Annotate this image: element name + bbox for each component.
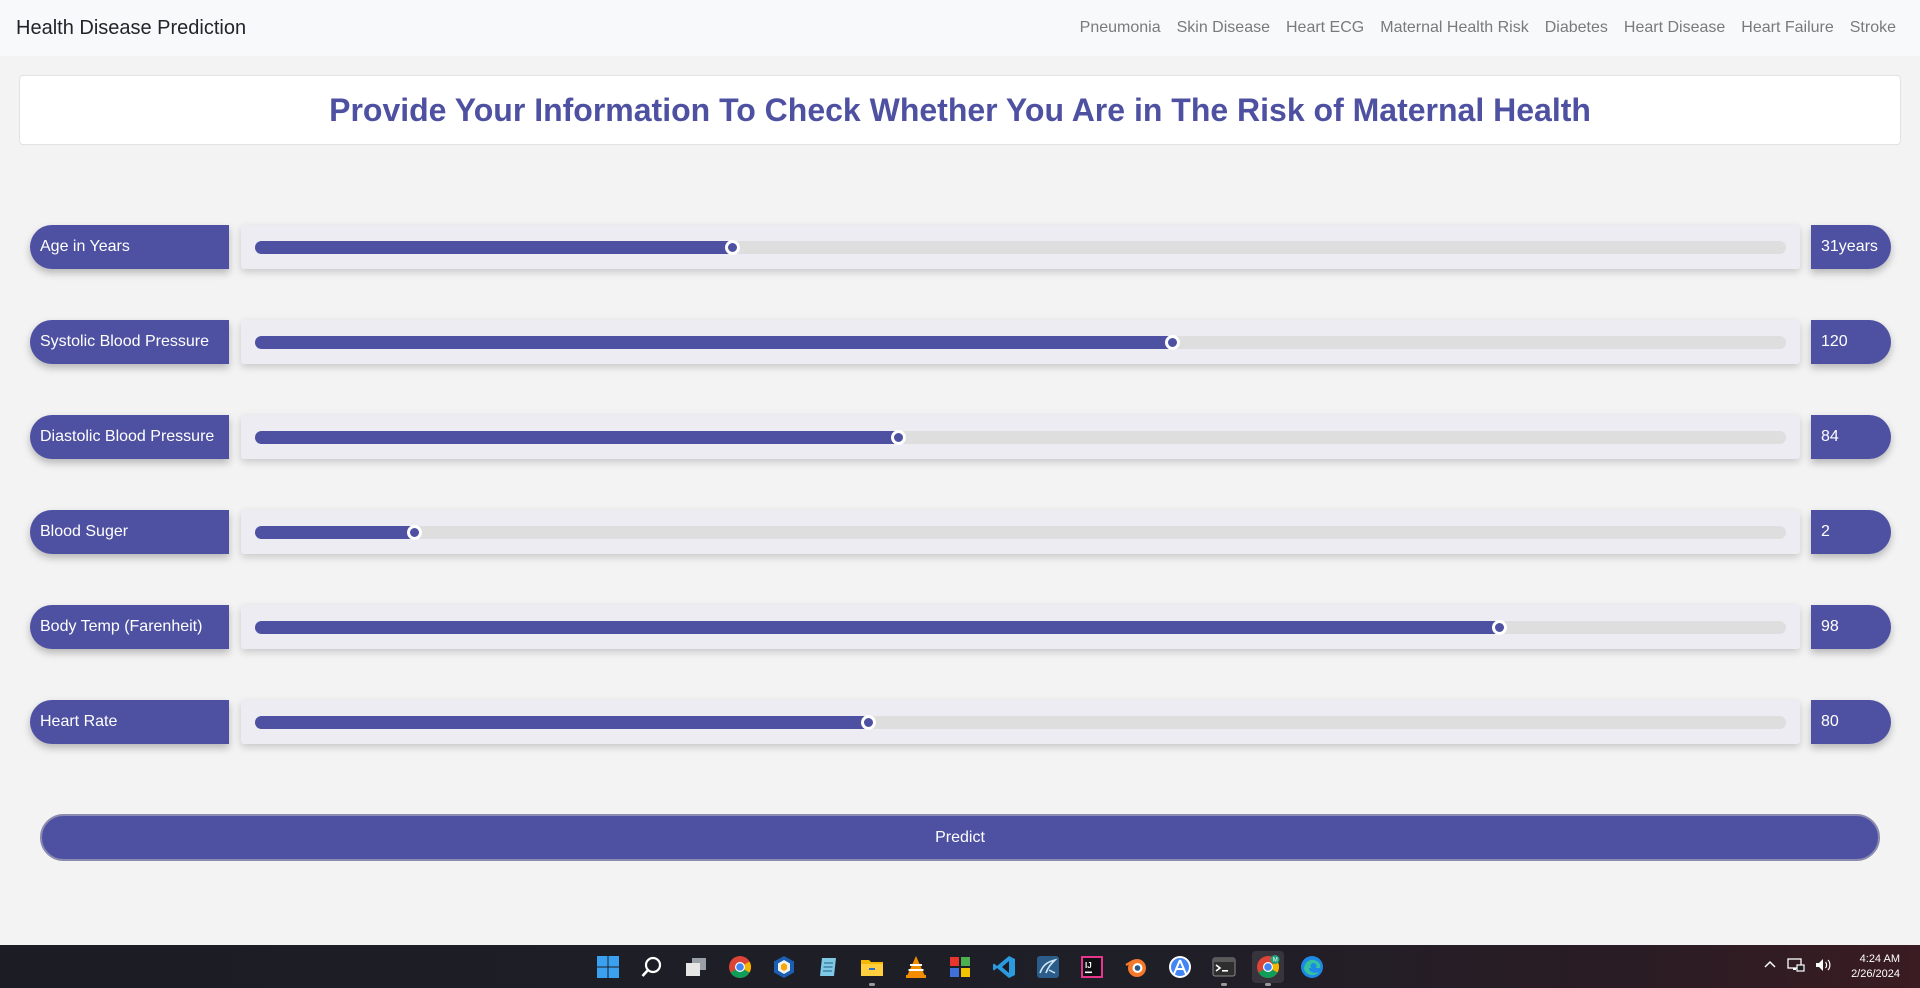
blender-icon[interactable] [1120, 951, 1152, 983]
vscode-icon[interactable] [988, 951, 1020, 983]
network-icon[interactable] [1787, 957, 1805, 976]
slider-thumb[interactable] [406, 524, 422, 540]
slider-thumb[interactable] [890, 429, 906, 445]
terminal-icon[interactable] [1208, 951, 1240, 986]
slider-fill [255, 336, 1173, 349]
value-number: 98 [1821, 618, 1839, 635]
clock-time: 4:24 AM [1859, 952, 1900, 965]
running-indicator [1265, 982, 1271, 986]
slider-thumb[interactable] [1492, 619, 1508, 635]
form-row-heart-rate: Heart Rate 80 [30, 700, 1891, 744]
value-number: 120 [1821, 333, 1848, 350]
field-value: 84 [1811, 415, 1891, 459]
slider-container [241, 510, 1800, 554]
age-slider[interactable] [255, 239, 1786, 255]
chrome-icon[interactable] [724, 951, 756, 983]
form-row-blood-sugar: Blood Suger 2 [30, 510, 1891, 554]
slider-thumb[interactable] [1164, 334, 1180, 350]
intellij-icon[interactable]: IJ [1076, 951, 1108, 983]
running-indicator [869, 982, 875, 986]
slider-thumb[interactable] [725, 239, 741, 255]
field-value: 31 years [1811, 225, 1891, 269]
body-temp-slider[interactable] [255, 619, 1786, 635]
slider-fill [255, 241, 733, 254]
field-label: Diastolic Blood Pressure [30, 415, 229, 459]
form-row-diastolic: Diastolic Blood Pressure 84 [30, 415, 1891, 459]
systolic-slider[interactable] [255, 334, 1786, 350]
nav-link-diabetes[interactable]: Diabetes [1537, 19, 1616, 37]
field-value: 2 [1811, 510, 1891, 554]
navbar: Health Disease Prediction Pneumonia Skin… [0, 0, 1920, 56]
slider-fill [255, 526, 415, 539]
field-label: Heart Rate [30, 700, 229, 744]
blood-sugar-slider[interactable] [255, 524, 1786, 540]
value-number: 2 [1821, 523, 1830, 540]
form-row-age: Age in Years 31 years [30, 225, 1891, 269]
nav-links: Pneumonia Skin Disease Heart ECG Materna… [1072, 19, 1904, 37]
system-tray: 4:24 AM 2/26/2024 [1763, 945, 1900, 988]
taskbar-icons: IJ M [592, 945, 1328, 988]
slider-container [241, 225, 1800, 269]
field-value: 120 [1811, 320, 1891, 364]
windows-start-icon[interactable] [592, 951, 624, 983]
svg-text:IJ: IJ [1085, 961, 1092, 970]
value-number: 31 [1821, 238, 1839, 255]
slider-container [241, 320, 1800, 364]
field-label: Systolic Blood Pressure [30, 320, 229, 364]
heart-rate-slider[interactable] [255, 714, 1786, 730]
slider-container [241, 700, 1800, 744]
predict-button[interactable]: Predict [40, 814, 1880, 861]
field-value: 98 [1811, 605, 1891, 649]
app-grid-icon[interactable] [944, 951, 976, 983]
chrome-profile-icon[interactable]: M [1252, 950, 1284, 986]
file-explorer-icon[interactable] [856, 951, 888, 986]
page-title: Provide Your Information To Check Whethe… [329, 91, 1591, 128]
field-label: Body Temp (Farenheit) [30, 605, 229, 649]
form-row-systolic: Systolic Blood Pressure 120 [30, 320, 1891, 364]
slider-fill [255, 716, 869, 729]
notepad-icon[interactable] [812, 951, 844, 983]
field-label: Blood Suger [30, 510, 229, 554]
vlc-icon[interactable] [900, 951, 932, 983]
virtualbox-icon[interactable] [768, 951, 800, 983]
header-card: Provide Your Information To Check Whethe… [19, 75, 1901, 145]
nav-link-heart-disease[interactable]: Heart Disease [1616, 19, 1733, 37]
mysql-workbench-icon[interactable] [1032, 951, 1064, 983]
search-icon[interactable] [636, 951, 668, 983]
nav-link-maternal-health-risk[interactable]: Maternal Health Risk [1372, 19, 1537, 37]
slider-fill [255, 621, 1500, 634]
slider-container [241, 605, 1800, 649]
edge-icon[interactable] [1296, 951, 1328, 983]
svg-text:M: M [1273, 957, 1278, 963]
clock-date: 2/26/2024 [1851, 967, 1900, 980]
value-number: 80 [1821, 713, 1839, 730]
diastolic-slider[interactable] [255, 429, 1786, 445]
field-value: 80 [1811, 700, 1891, 744]
nav-link-pneumonia[interactable]: Pneumonia [1072, 19, 1169, 37]
chevron-up-icon[interactable] [1763, 958, 1777, 975]
nav-link-heart-ecg[interactable]: Heart ECG [1278, 19, 1372, 37]
form-row-body-temp: Body Temp (Farenheit) 98 [30, 605, 1891, 649]
clock[interactable]: 4:24 AM 2/26/2024 [1851, 952, 1900, 982]
brand-title[interactable]: Health Disease Prediction [16, 17, 246, 40]
slider-container [241, 415, 1800, 459]
nav-link-stroke[interactable]: Stroke [1842, 19, 1904, 37]
value-unit: years [1838, 238, 1878, 255]
nav-link-skin-disease[interactable]: Skin Disease [1169, 19, 1278, 37]
volume-icon[interactable] [1815, 957, 1833, 976]
field-label: Age in Years [30, 225, 229, 269]
android-studio-icon[interactable] [1164, 951, 1196, 983]
running-indicator [1221, 982, 1227, 986]
slider-thumb[interactable] [861, 714, 877, 730]
nav-link-heart-failure[interactable]: Heart Failure [1733, 19, 1841, 37]
slider-fill [255, 431, 899, 444]
taskbar: IJ M 4:24 AM 2/26/2024 [0, 945, 1920, 988]
value-number: 84 [1821, 428, 1839, 445]
task-view-icon[interactable] [680, 951, 712, 983]
